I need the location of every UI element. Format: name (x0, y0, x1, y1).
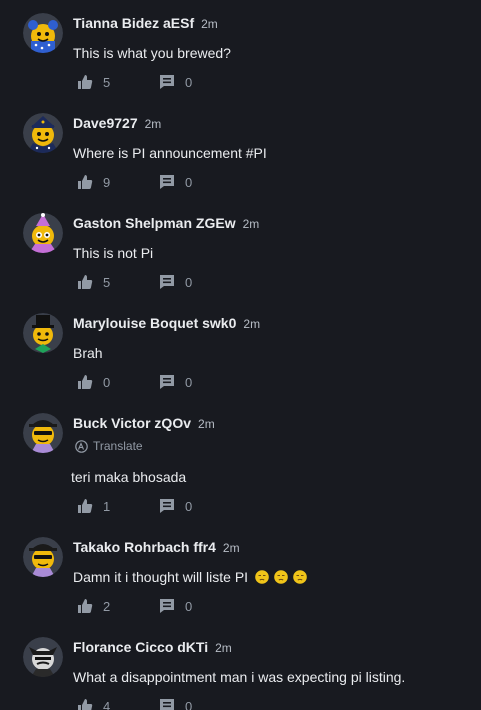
like-button[interactable]: 1 (77, 498, 159, 514)
reply-button[interactable]: 0 (159, 498, 192, 514)
comment-actions: 9 0 (77, 174, 192, 190)
username[interactable]: Gaston Shelpman ZGEw (73, 215, 236, 231)
reply-count: 0 (185, 598, 193, 614)
username[interactable]: Buck Victor zQOv (73, 415, 191, 431)
like-count: 9 (103, 174, 111, 190)
like-count: 1 (103, 498, 111, 514)
avatar[interactable] (23, 537, 63, 577)
comment-header: Tianna Bidez aESf 2m (73, 15, 218, 33)
timestamp: 2m (242, 217, 260, 231)
username[interactable]: Takako Rohrbach ffr4 (73, 539, 216, 555)
reply-count: 0 (185, 174, 193, 190)
like-button[interactable]: 2 (77, 598, 159, 614)
comment-icon (160, 499, 174, 513)
like-count: 2 (103, 598, 111, 614)
like-button[interactable]: 5 (77, 74, 159, 90)
top-hat-icon (23, 313, 63, 353)
like-count: 4 (103, 698, 111, 710)
comment-header: Buck Victor zQOv 2m (73, 415, 215, 433)
comment-icon (160, 175, 174, 189)
comment-header: Dave9727 2m (73, 115, 161, 133)
comment-text: This is what you brewed? (73, 45, 231, 61)
thumbs-up-icon (78, 175, 93, 189)
comment-actions: 5 0 (77, 74, 192, 90)
comment-text: What a disappointment man i was expectin… (73, 669, 406, 685)
avatar[interactable] (23, 113, 63, 153)
translate-label: Translate (93, 439, 143, 453)
gangster-icon (23, 537, 63, 577)
comment-actions: 0 0 (77, 374, 192, 390)
comment-feed: Tianna Bidez aESf 2m This is what you br… (0, 0, 481, 710)
avatar[interactable] (23, 413, 63, 453)
comment-icon (160, 599, 174, 613)
translate-link[interactable]: Translate (75, 439, 143, 453)
comment-header: Gaston Shelpman ZGEw 2m (73, 215, 259, 233)
comment-actions: 4 0 (77, 698, 192, 710)
party-hat-icon (23, 213, 63, 253)
like-button[interactable]: 0 (77, 374, 159, 390)
comment-icon (160, 699, 174, 710)
thumbs-up-icon (78, 499, 93, 513)
avatar[interactable] (23, 637, 63, 677)
thumbs-up-icon (78, 375, 93, 389)
translate-icon (75, 439, 88, 453)
avatar[interactable] (23, 313, 63, 353)
comment-icon (160, 375, 174, 389)
timestamp: 2m (144, 117, 162, 131)
comment-icon (160, 75, 174, 89)
timestamp: 2m (243, 317, 261, 331)
comment-icon (160, 275, 174, 289)
reply-button[interactable]: 0 (159, 74, 192, 90)
like-count: 5 (103, 274, 111, 290)
like-count: 5 (103, 74, 111, 90)
like-button[interactable]: 9 (77, 174, 159, 190)
reply-button[interactable]: 0 (159, 698, 192, 710)
like-button[interactable]: 4 (77, 698, 159, 710)
like-button[interactable]: 5 (77, 274, 159, 290)
username[interactable]: Marylouise Boquet swk0 (73, 315, 236, 331)
thumbs-up-icon (78, 75, 93, 89)
comment-text-body: Damn it i thought will liste PI (73, 569, 249, 585)
reply-count: 0 (185, 274, 193, 290)
reply-button[interactable]: 0 (159, 174, 192, 190)
comment-header: Marylouise Boquet swk0 2m (73, 315, 260, 333)
reply-count: 0 (185, 74, 193, 90)
timestamp: 2m (215, 641, 232, 655)
comment-actions: 2 0 (77, 598, 192, 614)
reply-button[interactable]: 0 (159, 374, 192, 390)
timestamp: 2m (201, 17, 218, 31)
avatar[interactable] (23, 13, 63, 53)
reply-count: 0 (185, 498, 193, 514)
blue-bear-icon (23, 13, 63, 53)
like-count: 0 (103, 374, 111, 390)
comment-text: This is not Pi (73, 245, 154, 261)
thumbs-up-icon (78, 699, 93, 710)
comment-actions: 5 0 (77, 274, 192, 290)
timestamp: 2m (222, 541, 240, 555)
comment-header: Takako Rohrbach ffr4 2m (73, 539, 240, 557)
unamused-face-icon (255, 570, 269, 584)
reply-count: 0 (185, 374, 193, 390)
username[interactable]: Tianna Bidez aESf (73, 15, 194, 31)
reply-button[interactable]: 0 (159, 598, 192, 614)
reply-count: 0 (185, 698, 193, 710)
timestamp: 2m (198, 417, 215, 431)
comment-actions: 1 0 (77, 498, 192, 514)
comment-text: Damn it i thought will liste PI (73, 569, 307, 585)
username[interactable]: Dave9727 (73, 115, 138, 131)
comment-text: Where is PI announcement #PI (73, 145, 267, 161)
comment-text: Brah (73, 345, 103, 361)
avatar[interactable] (23, 213, 63, 253)
unamused-face-icon (293, 570, 307, 584)
comment-header: Florance Cicco dKTi 2m (73, 639, 232, 657)
samurai-icon (23, 637, 63, 677)
thumbs-up-icon (78, 599, 93, 613)
gangster-icon (23, 413, 63, 453)
unamused-face-icon (274, 570, 288, 584)
reply-button[interactable]: 0 (159, 274, 192, 290)
username[interactable]: Florance Cicco dKTi (73, 639, 208, 655)
navy-captain-icon (23, 113, 63, 153)
comment-text: teri maka bhosada (71, 469, 187, 485)
thumbs-up-icon (78, 275, 93, 289)
